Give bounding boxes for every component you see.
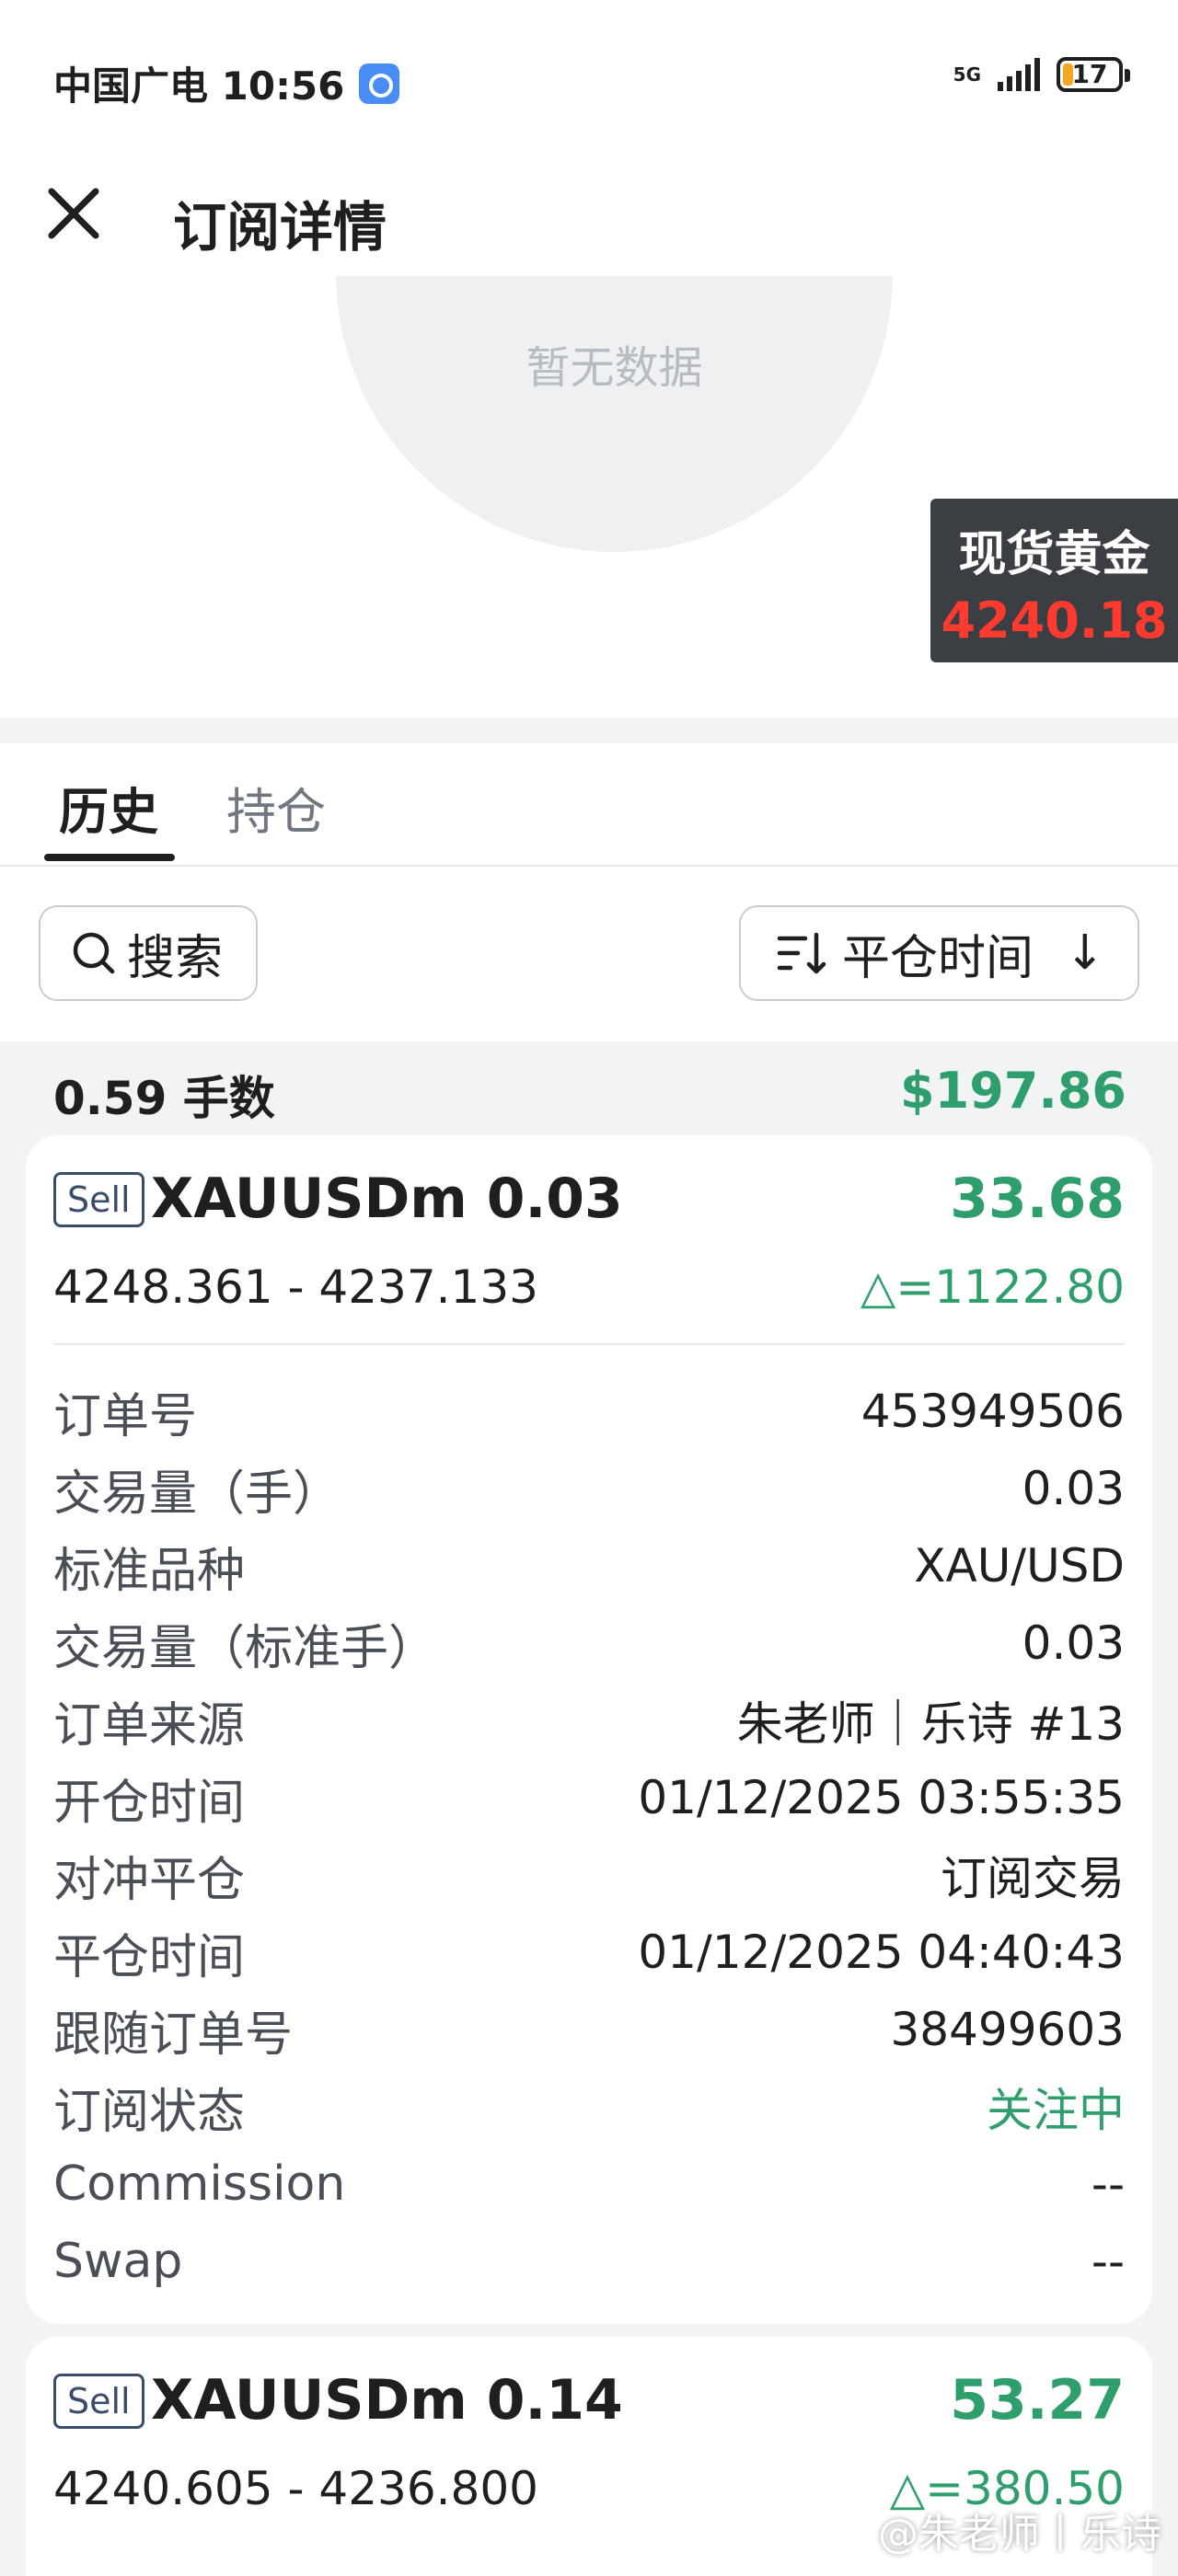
status-carrier-time: 中国广电 10:56 bbox=[53, 55, 400, 111]
detail-row-commission: Commission -- bbox=[53, 2145, 1125, 2223]
order-profit: 53.27 bbox=[950, 2368, 1125, 2432]
order-list: 0.59 手数 $197.86 Sell XAUUSDm 0.03 33.68 … bbox=[0, 1041, 1178, 2576]
side-badge: Sell bbox=[53, 2374, 144, 2429]
detail-row-standard-volume: 交易量（标准手） 0.03 bbox=[53, 1604, 1125, 1682]
sort-direction-icon: ↓ bbox=[1065, 926, 1105, 981]
order-profit: 33.68 bbox=[950, 1167, 1125, 1231]
active-tab-indicator bbox=[44, 854, 175, 861]
detail-value: 订阅交易 bbox=[941, 1852, 1125, 1905]
app-notification-icon bbox=[359, 63, 400, 104]
status-indicators: 5G 17 bbox=[953, 57, 1130, 92]
detail-label: 标准品种 bbox=[53, 1543, 246, 1599]
detail-label: Commission bbox=[53, 2156, 346, 2212]
order-symbol: XAUUSDm 0.14 bbox=[151, 2368, 623, 2432]
detail-label: 订单号 bbox=[53, 1388, 198, 1444]
detail-row-source: 订单来源 朱老师｜乐诗 #13 bbox=[53, 1682, 1125, 1759]
spot-gold-price-badge[interactable]: 现货黄金 4240.18 bbox=[930, 499, 1178, 662]
detail-row-follow-order: 跟随订单号 38499603 bbox=[53, 1991, 1125, 2068]
toolbar: 搜索 平仓时间 ↓ bbox=[0, 868, 1178, 1041]
tab-history[interactable]: 历史 bbox=[59, 771, 158, 844]
battery-level-text: 17 bbox=[1071, 59, 1108, 89]
order-price-range: 4240.605 - 4236.800 bbox=[53, 2462, 538, 2515]
chart-area: 暂无数据 现货黄金 4240.18 bbox=[0, 276, 1178, 718]
sort-button[interactable]: 平仓时间 ↓ bbox=[739, 905, 1139, 1001]
detail-value: 0.03 bbox=[1022, 1616, 1125, 1670]
battery-tip bbox=[1125, 69, 1130, 82]
tab-bar: 历史 持仓 bbox=[0, 743, 1178, 867]
detail-value: 0.03 bbox=[1022, 1462, 1125, 1515]
subscription-status-value: 关注中 bbox=[987, 2084, 1125, 2137]
detail-label: 订阅状态 bbox=[53, 2084, 246, 2140]
spot-gold-label: 现货黄金 bbox=[958, 527, 1150, 582]
detail-label: 跟随订单号 bbox=[53, 2007, 294, 2063]
total-lots: 0.59 手数 bbox=[53, 1072, 275, 1125]
detail-row-subscription-status: 订阅状态 关注中 bbox=[53, 2068, 1125, 2145]
detail-row-close-time: 平仓时间 01/12/2025 04:40:43 bbox=[53, 1914, 1125, 1991]
detail-value: 38499603 bbox=[890, 2003, 1126, 2056]
sort-label: 平仓时间 bbox=[842, 930, 1034, 986]
order-details: 订单号 453949506 交易量（手） 0.03 标准品种 XAU/USD 交易量（… bbox=[53, 1373, 1125, 2300]
side-badge: Sell bbox=[53, 1172, 144, 1227]
tab-positions[interactable]: 持仓 bbox=[226, 771, 326, 844]
detail-row-order-number: 订单号 453949506 bbox=[53, 1373, 1125, 1450]
detail-label: 交易量（标准手） bbox=[53, 1620, 437, 1676]
empty-state-circle bbox=[336, 276, 893, 552]
detail-label: 对冲平仓 bbox=[53, 1852, 246, 1908]
search-icon bbox=[73, 932, 115, 974]
spot-gold-price: 4240.18 bbox=[941, 592, 1168, 650]
detail-label: 平仓时间 bbox=[53, 1929, 246, 1985]
order-price-range: 4248.361 - 4237.133 bbox=[53, 1260, 538, 1314]
watermark: @朱老师丨乐诗 bbox=[878, 2511, 1161, 2558]
detail-row-swap: Swap -- bbox=[53, 2223, 1125, 2300]
detail-row-open-time: 开仓时间 01/12/2025 03:55:35 bbox=[53, 1759, 1125, 1836]
status-bar: 中国广电 10:56 5G 17 bbox=[0, 0, 1178, 156]
search-label: 搜索 bbox=[127, 930, 224, 986]
close-icon[interactable] bbox=[37, 177, 110, 250]
order-symbol: XAUUSDm 0.03 bbox=[151, 1167, 623, 1231]
order-card[interactable]: Sell XAUUSDm 0.03 33.68 4248.361 - 4237.… bbox=[26, 1135, 1152, 2324]
section-divider bbox=[0, 718, 1178, 743]
detail-row-hedge-close: 对冲平仓 订阅交易 bbox=[53, 1836, 1125, 1914]
detail-value: 朱老师｜乐诗 #13 bbox=[736, 1697, 1125, 1751]
detail-label: Swap bbox=[53, 2234, 183, 2289]
signal-icon bbox=[998, 58, 1040, 91]
detail-label: 开仓时间 bbox=[53, 1775, 246, 1831]
carrier-time-text: 中国广电 10:56 bbox=[53, 63, 345, 109]
total-profit: $197.86 bbox=[900, 1062, 1126, 1120]
detail-value: -- bbox=[1091, 2157, 1125, 2211]
search-button[interactable]: 搜索 bbox=[39, 905, 258, 1001]
sort-icon bbox=[777, 932, 826, 974]
detail-row-volume: 交易量（手） 0.03 bbox=[53, 1450, 1125, 1527]
detail-value: 01/12/2025 03:55:35 bbox=[638, 1771, 1125, 1824]
network-type: 5G bbox=[953, 63, 981, 86]
detail-value: 01/12/2025 04:40:43 bbox=[638, 1926, 1125, 1979]
order-points: △=1122.80 bbox=[860, 1260, 1125, 1314]
detail-value: 453949506 bbox=[860, 1385, 1125, 1438]
card-divider bbox=[53, 1343, 1125, 1345]
detail-label: 交易量（手） bbox=[53, 1466, 341, 1522]
detail-value: -- bbox=[1091, 2235, 1125, 2288]
detail-row-instrument: 标准品种 XAU/USD bbox=[53, 1527, 1125, 1604]
detail-label: 订单来源 bbox=[53, 1697, 246, 1754]
empty-state-text: 暂无数据 bbox=[525, 342, 703, 394]
battery-icon: 17 bbox=[1057, 57, 1130, 92]
detail-value: XAU/USD bbox=[914, 1539, 1125, 1593]
header: 订阅详情 bbox=[0, 166, 1178, 276]
page-title: 订阅详情 bbox=[173, 196, 387, 259]
